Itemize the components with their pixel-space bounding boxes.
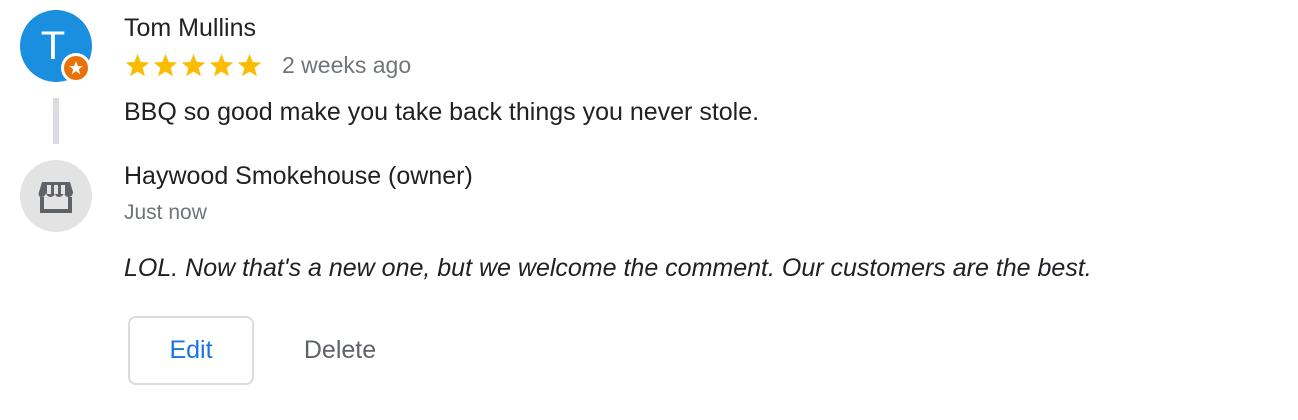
thread-connector-line — [53, 98, 59, 144]
star-icon — [125, 54, 150, 77]
star-icon — [153, 54, 178, 77]
reply-timestamp: Just now — [124, 201, 207, 224]
owner-reply-text: LOL. Now that's a new one, but we welcom… — [124, 254, 1092, 282]
review-timestamp: 2 weeks ago — [282, 52, 412, 78]
star-icon — [181, 54, 206, 77]
local-guide-badge — [61, 53, 91, 83]
review-text: BBQ so good make you take back things yo… — [124, 98, 760, 126]
storefront-icon — [38, 182, 73, 213]
local-guide-star-icon — [64, 56, 88, 80]
star-icon — [237, 54, 262, 77]
delete-reply-button[interactable]: Delete — [282, 316, 398, 385]
reviewer-name[interactable]: Tom Mullins — [124, 14, 256, 43]
edit-reply-button[interactable]: Edit — [128, 316, 254, 385]
star-rating — [124, 52, 263, 80]
owner-name: Haywood Smokehouse (owner) — [124, 162, 473, 190]
review-card: T Tom Mullins 2 weeks ago BBQ so good ma… — [0, 0, 1298, 420]
star-icon — [209, 54, 234, 77]
owner-avatar — [20, 160, 92, 232]
